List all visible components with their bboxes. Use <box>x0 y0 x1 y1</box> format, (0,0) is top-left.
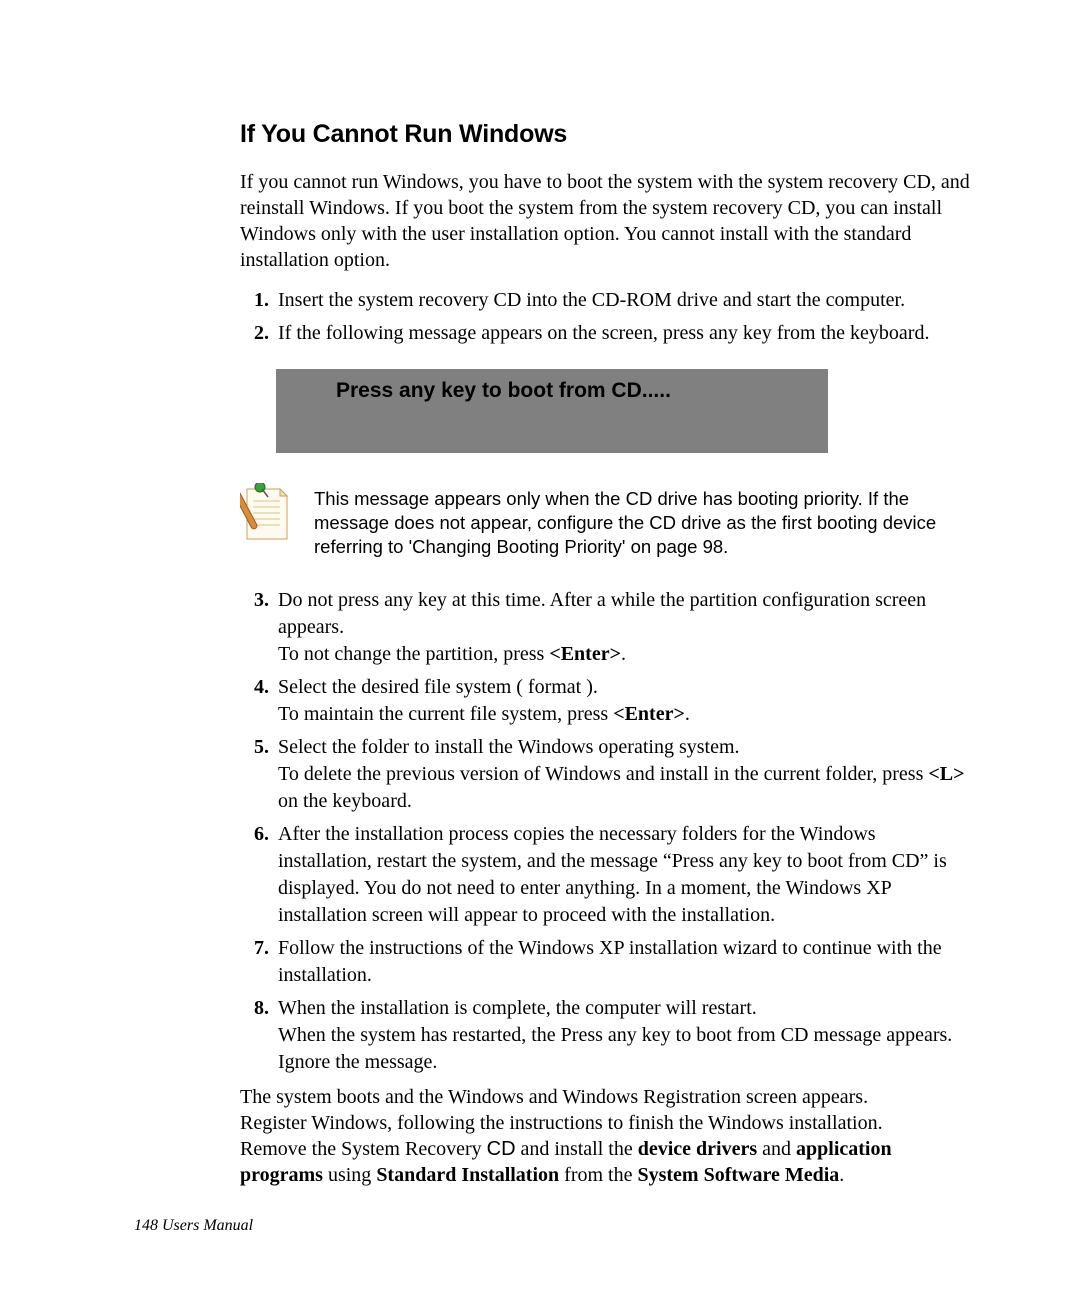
step-7-text: Follow the instructions of the Windows X… <box>278 937 942 986</box>
bold-standard-installation: Standard Installation <box>376 1164 559 1186</box>
l-key: <L> <box>928 763 964 785</box>
intro-paragraph: If you cannot run Windows, you have to b… <box>240 169 970 273</box>
step-2: If the following message appears on the … <box>274 320 970 347</box>
step-3: Do not press any key at this time. After… <box>274 587 970 668</box>
closing-3-mid1: and install the <box>516 1138 638 1160</box>
step-8: When the installation is complete, the c… <box>274 995 970 1076</box>
step-2-text: If the following message appears on the … <box>278 322 929 344</box>
step-1: Insert the system recovery CD into the C… <box>274 287 970 314</box>
closing-3-mid2: using <box>323 1164 376 1186</box>
step-5b-post: on the keyboard. <box>278 790 412 812</box>
step-5a: Select the folder to install the Windows… <box>278 736 740 758</box>
step-1-text: Insert the system recovery CD into the C… <box>278 289 905 311</box>
boot-message-text: Press any key to boot from CD..... <box>276 379 828 403</box>
manual-page: If You Cannot Run Windows If you cannot … <box>0 0 1080 1309</box>
closing-paragraph: The system boots and the Windows and Win… <box>240 1084 970 1188</box>
closing-1: The system boots and the Windows and Win… <box>240 1086 868 1108</box>
step-8b: When the system has restarted, the Press… <box>278 1024 952 1073</box>
closing-2: Register Windows, following the instruct… <box>240 1112 883 1134</box>
closing-3-pre: Remove the System Recovery <box>240 1138 487 1160</box>
enter-key: <Enter> <box>549 643 621 665</box>
closing-3-end: . <box>839 1164 844 1186</box>
note-text: This message appears only when the CD dr… <box>314 487 970 559</box>
step-4b-post: . <box>685 703 690 725</box>
step-4a: Select the desired file system ( format … <box>278 676 598 698</box>
steps-list: Insert the system recovery CD into the C… <box>240 287 970 347</box>
note-icon <box>240 483 290 543</box>
step-3a: Do not press any key at this time. After… <box>278 589 926 638</box>
step-7: Follow the instructions of the Windows X… <box>274 935 970 989</box>
page-footer: 148 Users Manual <box>134 1217 253 1235</box>
closing-3-and: and <box>757 1138 796 1160</box>
step-3b-post: . <box>621 643 626 665</box>
step-4: Select the desired file system ( format … <box>274 674 970 728</box>
step-3b-pre: To not change the partition, press <box>278 643 549 665</box>
bold-device-drivers: device drivers <box>638 1138 757 1160</box>
step-4b-pre: To maintain the current file system, pre… <box>278 703 613 725</box>
boot-message-box: Press any key to boot from CD..... <box>276 369 828 453</box>
step-6-text: After the installation process copies th… <box>278 823 947 926</box>
step-5b-pre: To delete the previous version of Window… <box>278 763 928 785</box>
closing-cd: CD <box>487 1138 516 1160</box>
step-8a: When the installation is complete, the c… <box>278 997 757 1019</box>
note-block: This message appears only when the CD dr… <box>240 483 970 559</box>
bold-system-software-media: System Software Media <box>637 1164 839 1186</box>
enter-key-2: <Enter> <box>613 703 685 725</box>
steps-list-continued: Do not press any key at this time. After… <box>240 587 970 1076</box>
closing-3-mid3: from the <box>559 1164 637 1186</box>
section-title: If You Cannot Run Windows <box>240 120 970 149</box>
step-6: After the installation process copies th… <box>274 821 970 929</box>
step-5: Select the folder to install the Windows… <box>274 734 970 815</box>
